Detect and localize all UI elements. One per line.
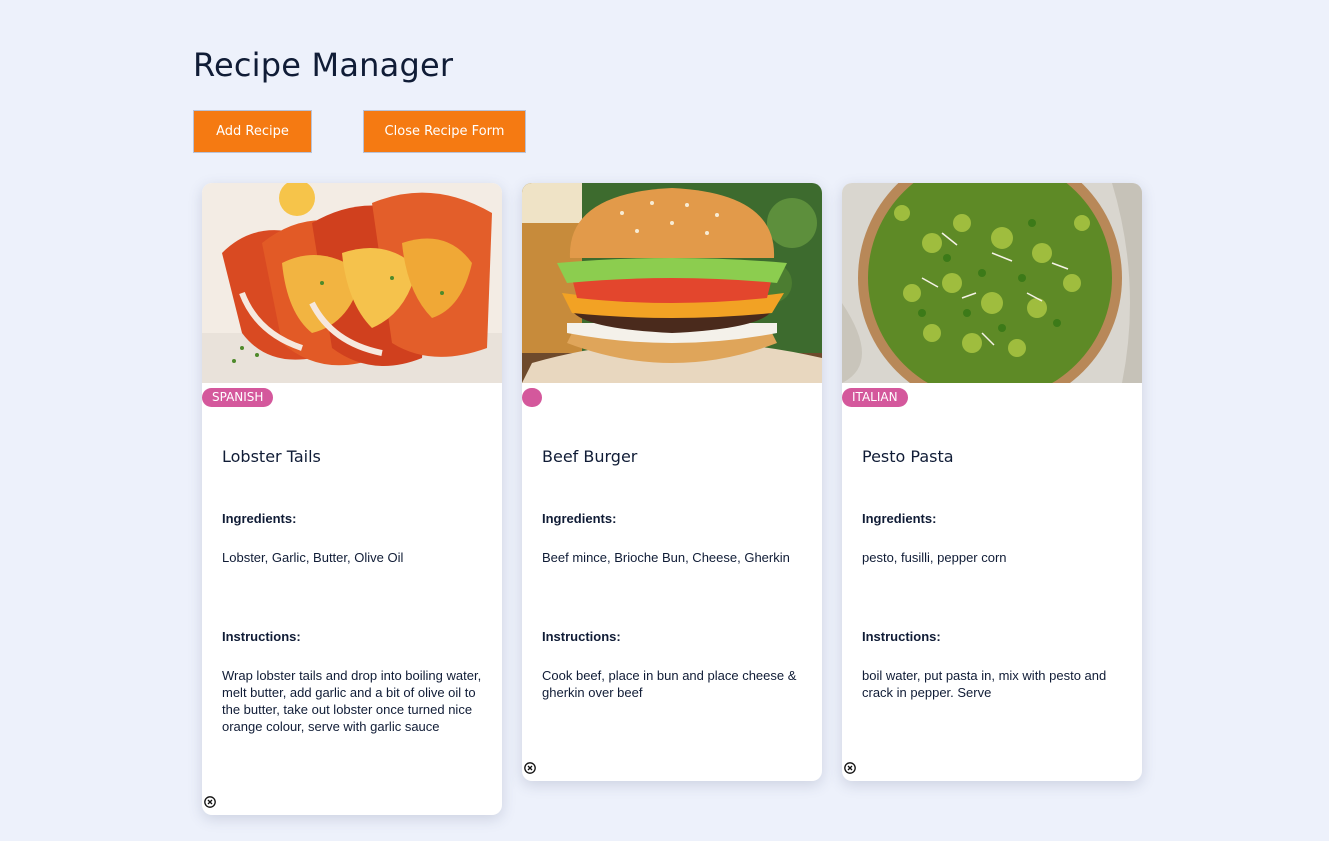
instructions-text: Wrap lobster tails and drop into boiling… — [222, 668, 482, 734]
recipe-card: SPANISH Lobster Tails Ingredients: Lobst… — [202, 183, 502, 815]
ingredients-label: Ingredients: — [862, 511, 937, 526]
instructions-label: Instructions: — [862, 629, 941, 644]
recipe-image — [202, 183, 502, 383]
instructions-text: Cook beef, place in bun and place cheese… — [542, 668, 797, 700]
instructions-text: boil water, put pasta in, mix with pesto… — [862, 668, 1107, 700]
close-circle-icon[interactable] — [524, 762, 536, 774]
ingredients-text: Lobster, Garlic, Butter, Olive Oil — [222, 550, 404, 565]
recipe-image — [522, 183, 822, 383]
ingredients-text: pesto, fusilli, pepper corn — [862, 550, 1007, 565]
ingredients-label: Ingredients: — [542, 511, 617, 526]
recipe-name: Beef Burger — [542, 447, 638, 466]
recipe-card: Beef Burger Ingredients: Beef mince, Bri… — [522, 183, 822, 781]
close-recipe-form-button[interactable]: Close Recipe Form — [363, 110, 526, 153]
ingredients-label: Ingredients: — [222, 511, 297, 526]
recipe-image — [842, 183, 1142, 383]
cuisine-badge: SPANISH — [202, 388, 274, 407]
close-circle-icon[interactable] — [204, 796, 216, 808]
instructions-label: Instructions: — [542, 629, 621, 644]
instructions-label: Instructions: — [222, 629, 301, 644]
add-recipe-button[interactable]: Add Recipe — [193, 110, 312, 153]
ingredients-text: Beef mince, Brioche Bun, Cheese, Gherkin — [542, 550, 790, 565]
cuisine-badge: ITALIAN — [842, 388, 908, 407]
page-title: Recipe Manager — [193, 46, 454, 84]
close-circle-icon[interactable] — [844, 762, 856, 774]
cuisine-badge — [522, 388, 542, 407]
recipe-card: ITALIAN Pesto Pasta Ingredients: pesto, … — [842, 183, 1142, 781]
recipe-name: Pesto Pasta — [862, 447, 954, 466]
recipe-name: Lobster Tails — [222, 447, 321, 466]
